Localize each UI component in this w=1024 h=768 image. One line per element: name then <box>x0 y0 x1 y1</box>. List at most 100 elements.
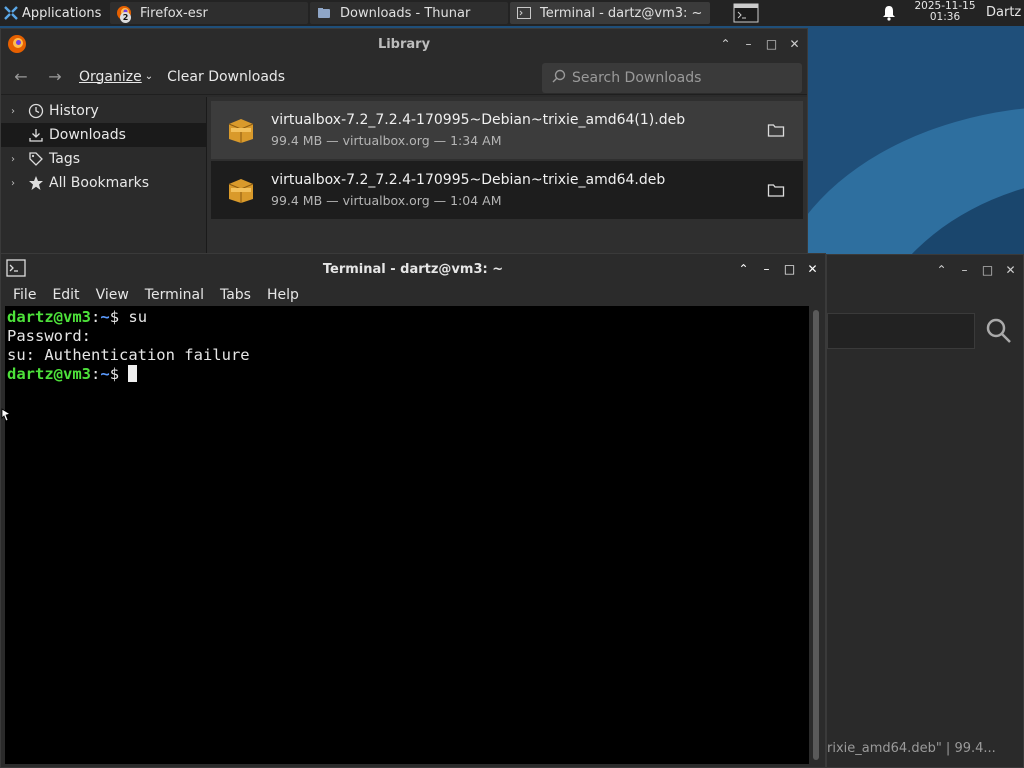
window-controls: ⌃ – □ ✕ <box>935 255 1017 285</box>
desktop-screen: Applications Firefox-esr 2 Downloads - T… <box>0 0 1024 768</box>
library-sidebar: › History Downloads › Tags › All Bookmar… <box>1 97 207 253</box>
show-in-folder-icon[interactable] <box>767 122 785 138</box>
thunar-statusbar: rixie_amd64.deb" | 99.4... <box>827 741 996 756</box>
terminal-line: Password: <box>7 327 91 345</box>
library-titlebar[interactable]: Library ⌃ – □ ✕ <box>1 29 807 59</box>
task-firefox[interactable]: Firefox-esr <box>110 2 308 24</box>
prompt-path: ~ <box>100 308 110 326</box>
applications-label: Applications <box>22 5 102 21</box>
download-filename: virtualbox-7.2_7.2.4-170995~Debian~trixi… <box>271 112 686 128</box>
thunar-location-field[interactable] <box>827 313 975 349</box>
sidebar-item-label: Downloads <box>49 127 126 143</box>
applications-menu-button[interactable]: Applications <box>0 0 110 26</box>
library-window: Library ⌃ – □ ✕ ← → Organize ⌄ Clear Dow… <box>0 28 808 254</box>
window-controls: ⌃ – □ ✕ <box>719 29 801 59</box>
firefox-icon <box>7 34 27 58</box>
menu-help[interactable]: Help <box>259 287 307 303</box>
minimize-icon[interactable]: – <box>958 263 971 277</box>
chevron-right-icon[interactable]: › <box>11 178 23 189</box>
terminal-line: dartz@vm3:~$ <box>7 365 807 384</box>
download-info: virtualbox-7.2_7.2.4-170995~Debian~trixi… <box>271 172 665 208</box>
sidebar-item-history[interactable]: › History <box>1 99 206 123</box>
chevron-right-icon[interactable]: › <box>11 106 23 117</box>
shade-icon[interactable]: ⌃ <box>737 262 750 276</box>
download-item[interactable]: virtualbox-7.2_7.2.4-170995~Debian~trixi… <box>211 101 803 159</box>
task-label: Firefox-esr <box>140 5 208 21</box>
sidebar-item-label: Tags <box>49 151 80 167</box>
top-panel: Applications Firefox-esr 2 Downloads - T… <box>0 0 1024 26</box>
search-icon[interactable] <box>985 317 1013 345</box>
terminal-window: Terminal - dartz@vm3: ~ ⌃ – □ ✕ File Edi… <box>0 253 826 768</box>
sidebar-item-label: All Bookmarks <box>49 175 150 191</box>
prompt-user: dartz@vm3 <box>7 308 91 326</box>
chevron-down-icon: ⌄ <box>144 71 154 82</box>
search-downloads-input[interactable]: Search Downloads <box>542 63 802 93</box>
menu-terminal[interactable]: Terminal <box>137 287 212 303</box>
terminal-icon <box>6 259 26 281</box>
sidebar-item-label: History <box>49 103 99 119</box>
clear-downloads-button[interactable]: Clear Downloads <box>167 69 285 85</box>
back-arrow-icon[interactable]: ← <box>11 67 31 86</box>
xfce-logo-icon <box>4 6 18 20</box>
user-menu[interactable]: Dartz <box>986 0 1021 26</box>
sidebar-item-downloads[interactable]: Downloads <box>1 123 206 147</box>
chevron-right-icon[interactable]: › <box>11 154 23 165</box>
shade-icon[interactable]: ⌃ <box>935 263 948 277</box>
download-item[interactable]: virtualbox-7.2_7.2.4-170995~Debian~trixi… <box>211 161 803 219</box>
close-icon[interactable]: ✕ <box>806 262 819 276</box>
panel-clock[interactable]: 2025-11-15 01:36 <box>908 1 982 23</box>
sidebar-item-all-bookmarks[interactable]: › All Bookmarks <box>1 171 206 195</box>
terminal-line: su: Authentication failure <box>7 346 250 364</box>
maximize-icon[interactable]: □ <box>981 263 994 277</box>
downloads-list: virtualbox-7.2_7.2.4-170995~Debian~trixi… <box>207 97 807 253</box>
window-controls: ⌃ – □ ✕ <box>737 254 819 284</box>
command-text: su <box>128 308 148 326</box>
sidebar-item-tags[interactable]: › Tags <box>1 147 206 171</box>
show-in-folder-icon[interactable] <box>767 182 785 198</box>
text-cursor <box>128 365 138 382</box>
minimize-icon[interactable]: – <box>742 37 755 51</box>
prompt-path: ~ <box>100 365 110 383</box>
terminal-launcher-icon[interactable] <box>728 1 764 25</box>
organize-label: Organize <box>79 68 142 85</box>
organize-menu-button[interactable]: Organize ⌄ <box>79 69 153 85</box>
star-icon <box>27 174 45 192</box>
clock-icon <box>27 102 45 120</box>
shade-icon[interactable]: ⌃ <box>719 37 732 51</box>
search-placeholder: Search Downloads <box>572 70 702 86</box>
minimize-icon[interactable]: – <box>760 262 773 276</box>
menu-file[interactable]: File <box>5 287 44 303</box>
download-meta: 99.4 MB — virtualbox.org — 1:04 AM <box>271 193 502 208</box>
menu-tabs[interactable]: Tabs <box>212 287 259 303</box>
terminal-title: Terminal - dartz@vm3: ~ <box>322 261 504 277</box>
tag-icon <box>27 150 45 168</box>
download-filename: virtualbox-7.2_7.2.4-170995~Debian~trixi… <box>271 172 666 188</box>
menu-edit[interactable]: Edit <box>44 287 87 303</box>
maximize-icon[interactable]: □ <box>783 262 796 276</box>
clock-time: 01:36 <box>929 11 961 23</box>
maximize-icon[interactable]: □ <box>765 37 778 51</box>
close-icon[interactable]: ✕ <box>1004 263 1017 277</box>
notification-bell-icon[interactable] <box>882 5 898 21</box>
download-meta: 99.4 MB — virtualbox.org — 1:34 AM <box>271 133 502 148</box>
close-icon[interactable]: ✕ <box>788 37 801 51</box>
mouse-pointer-icon <box>0 406 16 422</box>
thunar-window-background: ⌃ – □ ✕ rixie_amd64.deb" | 99.4... <box>826 254 1024 768</box>
search-icon <box>552 69 566 87</box>
task-thunar[interactable]: Downloads - Thunar <box>310 2 508 24</box>
prompt-user: dartz@vm3 <box>7 365 91 383</box>
task-terminal[interactable]: Terminal - dartz@vm3: ~ <box>510 2 710 24</box>
terminal-output[interactable]: dartz@vm3:~$ su Password: su: Authenticati… <box>5 306 809 764</box>
terminal-icon <box>516 5 532 21</box>
task-label: Downloads - Thunar <box>340 5 471 21</box>
download-icon <box>27 126 45 144</box>
folder-icon <box>316 5 332 21</box>
terminal-line: dartz@vm3:~$ su <box>7 308 148 326</box>
download-info: virtualbox-7.2_7.2.4-170995~Debian~trixi… <box>271 112 685 148</box>
forward-arrow-icon[interactable]: → <box>45 67 65 86</box>
terminal-titlebar[interactable]: Terminal - dartz@vm3: ~ ⌃ – □ ✕ <box>1 254 825 284</box>
library-body: › History Downloads › Tags › All Bookmar… <box>1 97 807 253</box>
terminal-menubar: File Edit View Terminal Tabs Help <box>1 284 825 306</box>
terminal-scrollbar[interactable] <box>813 310 819 760</box>
menu-view[interactable]: View <box>88 287 137 303</box>
